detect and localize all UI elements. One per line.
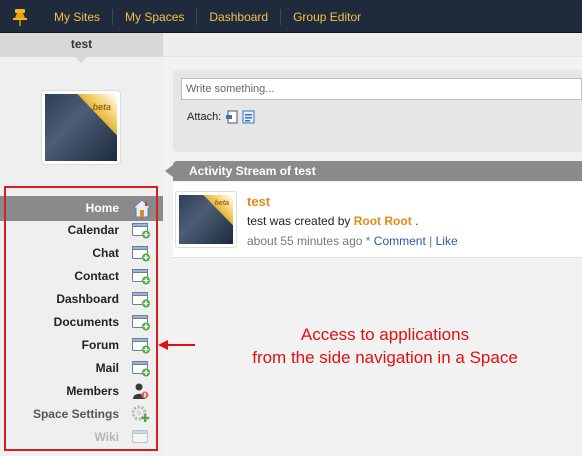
app-contact[interactable]: Contact xyxy=(0,265,163,288)
app-label: Wiki xyxy=(94,430,119,444)
nav-my-sites[interactable]: My Sites xyxy=(42,9,112,25)
app-add-icon xyxy=(132,246,150,262)
attach-link-icon[interactable] xyxy=(242,110,255,124)
activity-stream-header: Activity Stream of test xyxy=(165,161,582,181)
attach-row: Attach: xyxy=(187,110,255,124)
app-add-icon xyxy=(132,361,150,377)
like-link[interactable]: Like xyxy=(436,234,458,248)
activity-title-link[interactable]: test xyxy=(247,194,270,209)
activity-text-suffix: . xyxy=(415,214,419,228)
nav-dashboard[interactable]: Dashboard xyxy=(196,8,280,25)
write-something-input[interactable] xyxy=(181,78,582,100)
attach-label: Attach: xyxy=(187,111,222,123)
app-label: Chat xyxy=(92,246,119,260)
callout-line-2: from the side navigation in a Space xyxy=(252,348,518,367)
app-add-icon xyxy=(132,269,150,285)
space-name: test xyxy=(0,33,163,63)
callout-line-1: Access to applications xyxy=(300,325,470,344)
beta-badge: beta xyxy=(214,200,229,207)
space-avatar: beta xyxy=(41,90,121,165)
app-add-icon xyxy=(132,338,150,354)
nav-my-spaces[interactable]: My Spaces xyxy=(112,8,196,25)
members-icon xyxy=(133,383,149,399)
app-members[interactable]: Members xyxy=(0,380,163,403)
pushpin-icon[interactable] xyxy=(10,7,30,27)
app-wiki[interactable]: Wiki xyxy=(0,426,163,449)
page-curl-graphic xyxy=(77,94,117,136)
activity-meta: about 55 minutes ago * Comment | Like xyxy=(247,234,458,248)
app-dashboard[interactable]: Dashboard xyxy=(0,288,163,311)
activity-separator: * xyxy=(365,234,371,248)
activity-user-link[interactable]: Root Root xyxy=(354,214,412,228)
app-mail[interactable]: Mail xyxy=(0,357,163,380)
nav-group-editor[interactable]: Group Editor xyxy=(280,8,373,25)
activity-avatar-image: beta xyxy=(179,195,233,244)
activity-item: beta test test was created by Root Root … xyxy=(173,182,582,258)
app-documents[interactable]: Documents xyxy=(0,311,163,334)
activity-text: test was created by Root Root . xyxy=(247,214,418,228)
app-forum[interactable]: Forum xyxy=(0,334,163,357)
app-label: Contact xyxy=(74,269,119,283)
callout-arrow xyxy=(158,340,195,350)
beta-badge: beta xyxy=(92,102,111,112)
app-label: Documents xyxy=(53,315,119,329)
app-space-settings[interactable]: Space Settings xyxy=(0,403,163,426)
app-label: Forum xyxy=(81,338,119,352)
top-navigation-bar: My Sites My Spaces Dashboard Group Edito… xyxy=(0,0,582,33)
comment-link[interactable]: Comment xyxy=(374,234,426,248)
app-label: Space Settings xyxy=(32,407,119,421)
callout-text: Access to applications from the side nav… xyxy=(195,323,575,369)
app-add-icon xyxy=(132,223,150,239)
space-avatar-image: beta xyxy=(45,94,117,161)
app-label: Calendar xyxy=(67,223,119,237)
activity-avatar[interactable]: beta xyxy=(175,191,237,248)
app-calendar[interactable]: Calendar xyxy=(0,219,163,242)
meta-pipe: | xyxy=(429,234,433,248)
status-composer: Attach: xyxy=(173,70,582,152)
app-label: Mail xyxy=(95,361,119,375)
activity-text-prefix: test was created by xyxy=(247,214,351,228)
app-add-icon xyxy=(132,292,150,308)
app-add-icon xyxy=(132,315,150,331)
attach-file-icon[interactable] xyxy=(225,110,238,124)
activity-time: about 55 minutes ago xyxy=(247,234,363,248)
app-add-icon xyxy=(132,430,148,443)
app-label: Members xyxy=(66,384,119,398)
app-chat[interactable]: Chat xyxy=(0,242,163,265)
app-label: Dashboard xyxy=(56,292,119,306)
top-nav-links: My Sites My Spaces Dashboard Group Edito… xyxy=(42,0,373,33)
settings-gear-icon xyxy=(131,405,150,422)
main-header-strip xyxy=(163,33,582,57)
activity-stream-title: Activity Stream of test xyxy=(189,164,316,178)
